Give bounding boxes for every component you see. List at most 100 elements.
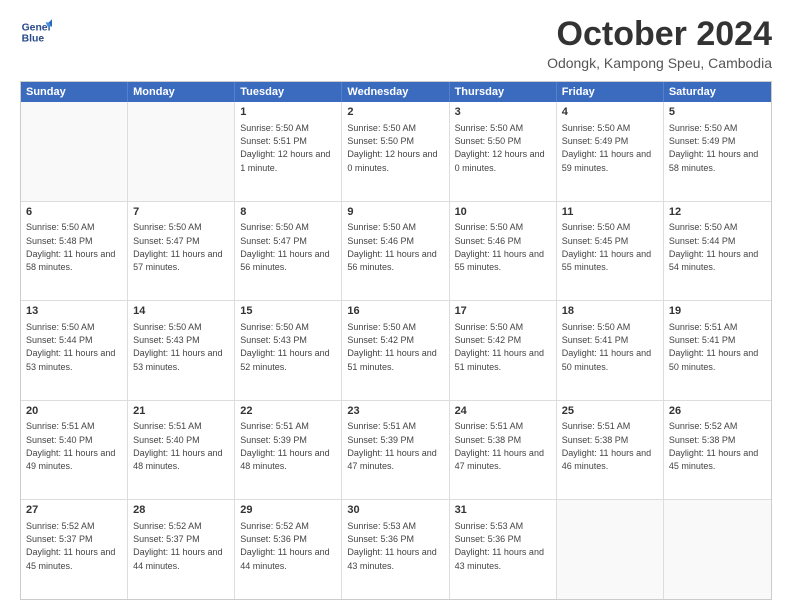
day-number: 20 (26, 404, 122, 419)
calendar-cell-3-2: 14Sunrise: 5:50 AMSunset: 5:43 PMDayligh… (128, 301, 235, 400)
calendar-body: 1 Sunrise: 5:50 AM Sunset: 5:51 PM Daylight… (21, 102, 771, 599)
calendar-cell-1-2 (128, 102, 235, 201)
cell-sunset: Sunset: 5:39 PM (347, 435, 414, 445)
cell-daylight: Daylight: 11 hours and 58 minutes. (669, 149, 758, 172)
day-number: 22 (240, 404, 336, 419)
header-friday: Friday (557, 82, 664, 102)
day-number: 28 (133, 503, 229, 518)
location: Odongk, Kampong Speu, Cambodia (547, 55, 772, 71)
cell-sunrise: Sunrise: 5:52 AM (669, 421, 738, 431)
calendar-cell-1-7: 5Sunrise: 5:50 AMSunset: 5:49 PMDaylight… (664, 102, 771, 201)
calendar-cell-4-4: 23Sunrise: 5:51 AMSunset: 5:39 PMDayligh… (342, 401, 449, 500)
day-number: 23 (347, 404, 443, 419)
cell-daylight: Daylight: 11 hours and 44 minutes. (133, 547, 222, 570)
day-number: 14 (133, 304, 229, 319)
cell-sunset: Sunset: 5:44 PM (669, 236, 736, 246)
cell-sunset: Sunset: 5:46 PM (455, 236, 522, 246)
cell-sunrise: Sunrise: 5:53 AM (455, 521, 524, 531)
cell-sunset: Sunset: 5:36 PM (240, 534, 307, 544)
cell-sunrise: Sunrise: 5:50 AM (562, 322, 631, 332)
day-number: 13 (26, 304, 122, 319)
day-number: 1 (240, 105, 336, 120)
calendar-cell-2-5: 10Sunrise: 5:50 AMSunset: 5:46 PMDayligh… (450, 202, 557, 301)
cell-sunrise: Sunrise: 5:51 AM (26, 421, 95, 431)
calendar-cell-2-7: 12Sunrise: 5:50 AMSunset: 5:44 PMDayligh… (664, 202, 771, 301)
cell-sunrise: Sunrise: 5:50 AM (669, 123, 738, 133)
cell-sunrise: Sunrise: 5:51 AM (240, 421, 309, 431)
cell-sunset: Sunset: 5:45 PM (562, 236, 629, 246)
cell-daylight: Daylight: 11 hours and 49 minutes. (26, 448, 115, 471)
day-number: 31 (455, 503, 551, 518)
calendar-cell-5-5: 31 Sunrise: 5:53 AM Sunset: 5:36 PM Dayligh… (450, 500, 557, 599)
cell-sunset: Sunset: 5:41 PM (562, 335, 629, 345)
day-number: 16 (347, 304, 443, 319)
calendar-cell-1-6: 4Sunrise: 5:50 AMSunset: 5:49 PMDaylight… (557, 102, 664, 201)
cell-sunrise: Sunrise: 5:52 AM (240, 521, 309, 531)
cell-daylight: Daylight: 11 hours and 52 minutes. (240, 348, 329, 371)
cell-sunrise: Sunrise: 5:51 AM (562, 421, 631, 431)
cell-sunrise: Sunrise: 5:50 AM (133, 222, 202, 232)
header: General Blue October 2024 Odongk, Kampon… (20, 16, 772, 71)
calendar-cell-2-4: 9Sunrise: 5:50 AMSunset: 5:46 PMDaylight… (342, 202, 449, 301)
calendar-cell-4-6: 25 Sunrise: 5:51 AM Sunset: 5:38 PM Dayligh… (557, 401, 664, 500)
cell-daylight: Daylight: 11 hours and 48 minutes. (240, 448, 329, 471)
cell-daylight: Daylight: 11 hours and 53 minutes. (133, 348, 222, 371)
calendar-cell-3-4: 16Sunrise: 5:50 AMSunset: 5:42 PMDayligh… (342, 301, 449, 400)
calendar-cell-3-6: 18Sunrise: 5:50 AMSunset: 5:41 PMDayligh… (557, 301, 664, 400)
general-blue-icon: General Blue (20, 16, 52, 48)
cell-daylight: Daylight: 11 hours and 45 minutes. (26, 547, 115, 570)
cell-daylight: Daylight: 11 hours and 51 minutes. (455, 348, 544, 371)
cell-sunset: Sunset: 5:51 PM (240, 136, 307, 146)
cell-sunset: Sunset: 5:38 PM (562, 435, 629, 445)
cell-daylight: Daylight: 11 hours and 53 minutes. (26, 348, 115, 371)
day-number: 11 (562, 205, 658, 220)
title-block: October 2024 Odongk, Kampong Speu, Cambo… (547, 16, 772, 71)
cell-sunrise: Sunrise: 5:51 AM (133, 421, 202, 431)
cell-sunset: Sunset: 5:43 PM (240, 335, 307, 345)
cell-sunrise: Sunrise: 5:53 AM (347, 521, 416, 531)
cell-sunrise: Sunrise: 5:50 AM (133, 322, 202, 332)
calendar-cell-4-1: 20Sunrise: 5:51 AMSunset: 5:40 PMDayligh… (21, 401, 128, 500)
cell-daylight: Daylight: 12 hours and 1 minute. (240, 149, 330, 172)
cell-sunset: Sunset: 5:36 PM (455, 534, 522, 544)
cell-sunset: Sunset: 5:47 PM (240, 236, 307, 246)
calendar-cell-4-3: 22Sunrise: 5:51 AMSunset: 5:39 PMDayligh… (235, 401, 342, 500)
calendar-cell-5-4: 30Sunrise: 5:53 AMSunset: 5:36 PMDayligh… (342, 500, 449, 599)
cell-sunset: Sunset: 5:42 PM (347, 335, 414, 345)
cell-sunset: Sunset: 5:49 PM (669, 136, 736, 146)
cell-daylight: Daylight: 11 hours and 43 minutes. (455, 547, 544, 570)
day-number: 30 (347, 503, 443, 518)
cell-daylight: Daylight: 11 hours and 50 minutes. (669, 348, 758, 371)
day-number: 25 (562, 404, 658, 419)
calendar-cell-2-3: 8Sunrise: 5:50 AMSunset: 5:47 PMDaylight… (235, 202, 342, 301)
cell-daylight: Daylight: 11 hours and 45 minutes. (669, 448, 758, 471)
day-number: 24 (455, 404, 551, 419)
day-number: 17 (455, 304, 551, 319)
cell-sunrise: Sunrise: 5:52 AM (26, 521, 95, 531)
cell-daylight: Daylight: 11 hours and 58 minutes. (26, 249, 115, 272)
day-number: 19 (669, 304, 766, 319)
cell-sunset: Sunset: 5:49 PM (562, 136, 629, 146)
cell-daylight: Daylight: 12 hours and 0 minutes. (455, 149, 545, 172)
cell-daylight: Daylight: 11 hours and 56 minutes. (240, 249, 329, 272)
cell-daylight: Daylight: 11 hours and 48 minutes. (133, 448, 222, 471)
day-number: 3 (455, 105, 551, 120)
calendar-cell-3-5: 17Sunrise: 5:50 AMSunset: 5:42 PMDayligh… (450, 301, 557, 400)
cell-sunrise: Sunrise: 5:50 AM (26, 322, 95, 332)
calendar-row-1: 1 Sunrise: 5:50 AM Sunset: 5:51 PM Daylight… (21, 102, 771, 201)
header-sunday: Sunday (21, 82, 128, 102)
day-number: 26 (669, 404, 766, 419)
header-saturday: Saturday (664, 82, 771, 102)
cell-daylight: Daylight: 11 hours and 51 minutes. (347, 348, 436, 371)
calendar-cell-2-1: 6Sunrise: 5:50 AMSunset: 5:48 PMDaylight… (21, 202, 128, 301)
cell-sunrise: Sunrise: 5:50 AM (455, 123, 524, 133)
calendar-cell-3-3: 15Sunrise: 5:50 AMSunset: 5:43 PMDayligh… (235, 301, 342, 400)
header-monday: Monday (128, 82, 235, 102)
header-tuesday: Tuesday (235, 82, 342, 102)
cell-sunset: Sunset: 5:48 PM (26, 236, 93, 246)
calendar-header: Sunday Monday Tuesday Wednesday Thursday… (21, 82, 771, 102)
cell-sunrise: Sunrise: 5:50 AM (562, 123, 631, 133)
month-title: October 2024 (547, 16, 772, 53)
cell-daylight: Daylight: 11 hours and 46 minutes. (562, 448, 651, 471)
cell-daylight: Daylight: 11 hours and 55 minutes. (455, 249, 544, 272)
